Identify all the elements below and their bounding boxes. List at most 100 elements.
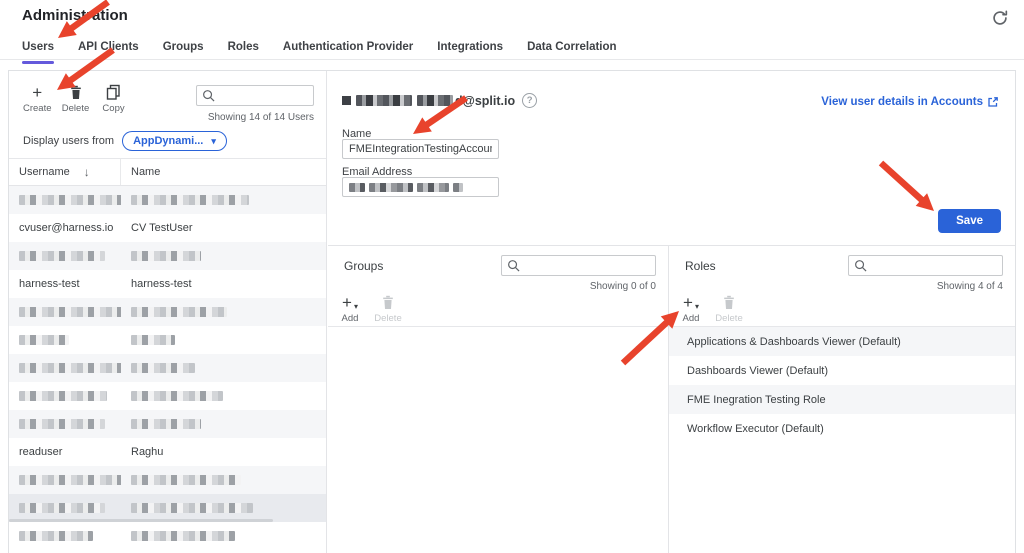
plus-icon: + [32,83,42,101]
user-row[interactable] [9,410,326,438]
refresh-icon [990,8,1012,28]
tab-data-correlation[interactable]: Data Correlation [527,40,616,59]
tab-authentication-provider[interactable]: Authentication Provider [283,40,413,59]
user-search-box [196,85,314,106]
user-row-username [9,362,121,374]
tab-api-clients[interactable]: API Clients [78,40,139,59]
name-field[interactable] [342,139,499,159]
user-row[interactable] [9,298,326,326]
administration-page: Administration Users API Clients Groups Rol… [0,0,1024,553]
redacted-block [131,195,249,205]
user-row[interactable] [9,354,326,382]
user-row[interactable]: readuserRaghu [9,438,326,466]
tab-roles[interactable]: Roles [228,40,259,59]
user-row-name: Raghu [121,446,326,458]
redacted-block [19,195,121,205]
user-row-name [121,194,326,206]
user-source-dropdown[interactable]: AppDynami... ▾ [122,131,227,151]
column-header-username[interactable]: Username ↓ [9,159,121,185]
user-row[interactable] [9,186,326,214]
user-row-name [121,250,326,262]
role-row[interactable]: Workflow Executor (Default) [669,414,1015,443]
redacted-block [349,183,365,192]
add-group-button[interactable]: +▾ Add [336,293,364,324]
add-role-button[interactable]: +▾ Add [677,293,705,324]
user-search-input[interactable] [219,90,308,102]
plus-icon: +▾ [683,293,699,311]
redacted-block [131,335,175,345]
redacted-block [131,531,235,541]
roles-count-label: Showing 4 of 4 [937,281,1003,292]
page-title: Administration [22,7,128,24]
redacted-block [417,183,449,192]
delete-user-button[interactable]: Delete [62,83,90,114]
user-row[interactable] [9,242,326,270]
user-row-username [9,390,121,402]
divider [328,326,668,327]
user-row-username [9,306,121,318]
user-table-header: Username ↓ Name [9,159,326,186]
user-detail-panel: d@split.io ? View user details in Accoun… [328,71,1015,553]
user-row-name [121,418,326,430]
user-row[interactable] [9,494,326,522]
tab-bar: Users API Clients Groups Roles Authenticatio… [0,40,1024,60]
save-button[interactable]: Save [938,209,1001,233]
column-header-name[interactable]: Name [121,166,160,178]
trash-icon [721,293,737,311]
user-row[interactable] [9,522,326,550]
email-field[interactable] [342,177,499,197]
redacted-block [19,335,69,345]
redacted-block [131,419,201,429]
groups-toolbar: +▾ Add Delete [336,293,402,324]
delete-role-button: Delete [715,293,743,324]
user-row-username [9,530,121,542]
user-row-name [121,362,326,374]
groups-search-input[interactable] [524,260,650,272]
redacted-block [19,363,121,373]
tab-users[interactable]: Users [22,40,54,59]
user-table-rows: cvuser@harness.ioCV TestUser harness-test… [9,186,326,553]
role-row[interactable]: FME Inegration Testing Role [669,385,1015,414]
roles-search-input[interactable] [871,260,997,272]
user-count-label: Showing 14 of 14 Users [208,112,314,123]
redacted-block [342,96,351,105]
groups-count-label: Showing 0 of 0 [590,281,656,292]
redacted-block [417,95,453,106]
user-row-username [9,250,121,262]
tab-integrations[interactable]: Integrations [437,40,503,59]
view-user-details-link[interactable]: View user details in Accounts [821,96,999,108]
redacted-block [19,307,121,317]
search-icon [202,89,215,102]
redacted-block [19,251,105,261]
roles-section: Roles Showing 4 of 4 +▾ [669,246,1015,553]
search-icon [854,259,867,272]
redacted-block [19,391,107,401]
role-row[interactable]: Applications & Dashboards Viewer (Defaul… [669,327,1015,356]
user-row[interactable] [9,466,326,494]
user-row-name [121,502,326,514]
redacted-block [19,531,93,541]
help-icon[interactable]: ? [522,93,537,108]
user-row-name [121,474,326,486]
user-row[interactable] [9,326,326,354]
horizontal-scrollbar-thumb[interactable] [9,519,273,522]
groups-title: Groups [344,259,383,273]
trash-icon [380,293,396,311]
user-row-username [9,334,121,346]
role-row[interactable]: Dashboards Viewer (Default) [669,356,1015,385]
refresh-button[interactable] [990,7,1012,29]
user-toolbar: + Create Delete [23,83,128,114]
roles-toolbar: +▾ Add Delete [677,293,743,324]
user-row[interactable]: harness-testharness-test [9,270,326,298]
copy-user-button[interactable]: Copy [100,83,128,114]
tab-groups[interactable]: Groups [163,40,204,59]
user-row-name [121,530,326,542]
roles-title: Roles [685,259,716,273]
create-user-button[interactable]: + Create [23,83,52,114]
search-icon [507,259,520,272]
redacted-block [131,503,253,513]
chevron-down-icon: ▾ [211,137,216,145]
user-row[interactable]: cvuser@harness.ioCV TestUser [9,214,326,242]
user-email-heading: d@split.io ? [342,93,537,108]
user-row[interactable] [9,382,326,410]
